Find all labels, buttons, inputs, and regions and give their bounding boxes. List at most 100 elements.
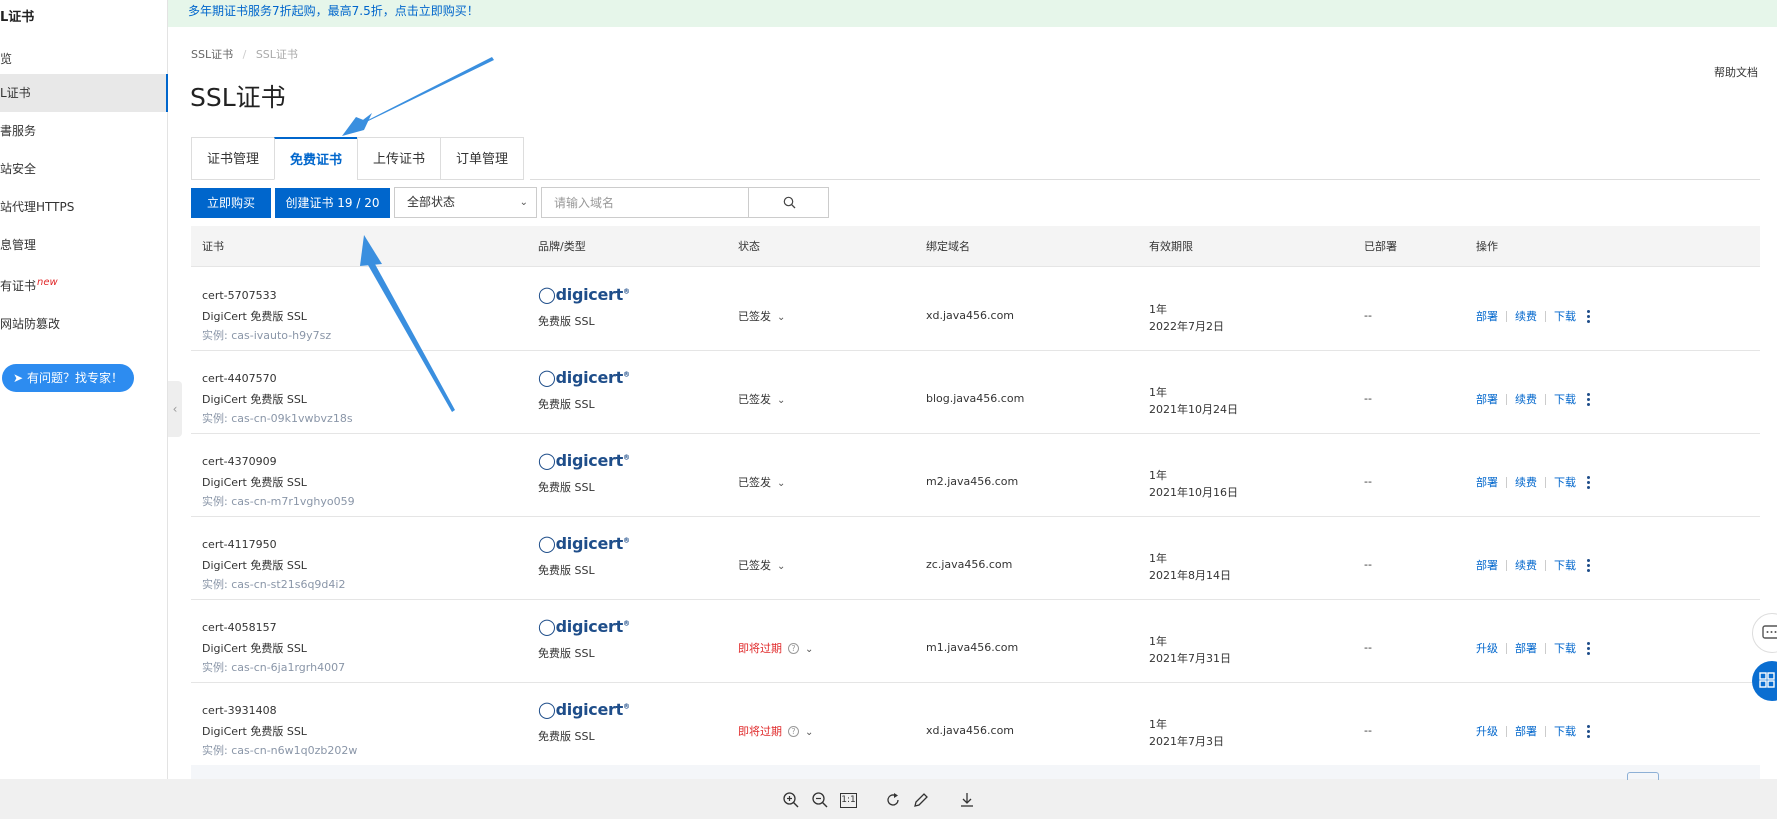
action-link-2[interactable]: 续费 xyxy=(1515,557,1537,573)
action-link-3[interactable]: 下载 xyxy=(1554,391,1576,407)
status-dropdown[interactable]: 已签发 ⌄ xyxy=(738,308,785,324)
apps-float-button[interactable] xyxy=(1752,661,1777,701)
buy-now-button[interactable]: 立即购买 xyxy=(191,188,271,218)
sidebar-item-tamper-protection[interactable]: 网站防篡改 xyxy=(0,305,168,343)
page-scroll-indicator xyxy=(1627,772,1659,780)
action-divider xyxy=(1545,559,1546,571)
more-actions-icon[interactable] xyxy=(1587,558,1591,572)
bound-domain: m2.java456.com xyxy=(926,475,1019,488)
chevron-down-icon: ⌄ xyxy=(805,644,814,655)
more-actions-icon[interactable] xyxy=(1587,392,1591,406)
sidebar-item-site-security[interactable]: 站安全 xyxy=(0,150,168,188)
row-actions: 升级 部署 下载 xyxy=(1476,640,1591,656)
action-link-3[interactable]: 下载 xyxy=(1554,474,1576,490)
sidebar-item-info-management[interactable]: 息管理 xyxy=(0,226,168,264)
row-actions: 升级 部署 下载 xyxy=(1476,723,1591,739)
action-link-2[interactable]: 续费 xyxy=(1515,308,1537,324)
cert-id: cert-5707533 xyxy=(202,289,277,302)
sidebar-item-private-cert[interactable]: 有证书new xyxy=(0,264,168,302)
expiry-date: 2022年7月2日 xyxy=(1149,320,1224,333)
breadcrumb-root[interactable]: SSL证书 xyxy=(191,48,233,61)
search-icon xyxy=(783,196,795,209)
action-link-1[interactable]: 部署 xyxy=(1476,557,1498,573)
more-actions-icon[interactable] xyxy=(1587,475,1591,489)
status-dropdown[interactable]: 已签发 ⌄ xyxy=(738,474,785,490)
status-dropdown[interactable]: 即将过期? ⌄ xyxy=(738,640,813,656)
domain-search-input[interactable] xyxy=(542,188,749,217)
cert-type: 免费版 SSL xyxy=(538,398,595,411)
action-link-1[interactable]: 部署 xyxy=(1476,391,1498,407)
action-link-3[interactable]: 下载 xyxy=(1554,557,1576,573)
table-row: cert-4370909 DigiCert 免费版 SSL 实例: cas-cn-m… xyxy=(191,434,1760,517)
digicert-logo: ◯digicert® xyxy=(538,534,630,553)
digicert-logo: ◯digicert® xyxy=(538,700,630,719)
action-divider xyxy=(1545,310,1546,322)
sidebar-item-services[interactable]: 書服务 xyxy=(0,112,168,150)
expert-help-button[interactable]: ➤ 有问题？找专家！ xyxy=(2,364,134,392)
action-link-1[interactable]: 部署 xyxy=(1476,474,1498,490)
cert-type: 免费版 SSL xyxy=(538,564,595,577)
status-dropdown[interactable]: 已签发 ⌄ xyxy=(738,557,785,573)
tab-cert-management[interactable]: 证书管理 xyxy=(191,137,275,180)
status-dropdown[interactable]: 已签发 ⌄ xyxy=(738,391,785,407)
rotate-icon[interactable] xyxy=(884,791,902,809)
bound-domain: m1.java456.com xyxy=(926,641,1019,654)
chevron-down-icon: ⌄ xyxy=(805,727,814,738)
more-actions-icon[interactable] xyxy=(1587,309,1591,323)
row-actions: 部署 续费 下载 xyxy=(1476,308,1591,324)
expiry-date: 2021年10月16日 xyxy=(1149,486,1238,499)
help-icon[interactable]: ? xyxy=(788,726,799,737)
action-link-3[interactable]: 下载 xyxy=(1554,723,1576,739)
cert-instance: 实例: cas-ivauto-h9y7sz xyxy=(202,329,332,342)
action-link-1[interactable]: 部署 xyxy=(1476,308,1498,324)
more-actions-icon[interactable] xyxy=(1587,724,1591,738)
sidebar-item-overview[interactable]: 览 xyxy=(0,40,168,78)
action-divider xyxy=(1506,559,1507,571)
status-text: 即将过期 xyxy=(738,642,782,655)
edit-icon[interactable] xyxy=(912,791,930,809)
cert-instance: 实例: cas-cn-n6w1q0zb202w xyxy=(202,744,358,757)
chat-float-button[interactable] xyxy=(1752,613,1777,653)
col-brand-type: 品牌/类型 xyxy=(538,240,586,253)
search-button[interactable] xyxy=(750,188,828,217)
help-icon[interactable]: ? xyxy=(788,643,799,654)
sidebar-title: L证书 xyxy=(0,10,35,25)
action-link-3[interactable]: 下载 xyxy=(1554,308,1576,324)
action-link-3[interactable]: 下载 xyxy=(1554,640,1576,656)
action-link-2[interactable]: 续费 xyxy=(1515,391,1537,407)
action-link-2[interactable]: 续费 xyxy=(1515,474,1537,490)
download-icon[interactable] xyxy=(958,791,976,809)
sidebar-item-ssl[interactable]: L证书 xyxy=(0,74,168,112)
chevron-down-icon: ⌄ xyxy=(519,197,528,208)
promo-banner[interactable]: 多年期证书服务7折起购，最高7.5折，点击立即购买！ xyxy=(168,0,1777,27)
create-cert-button[interactable]: 创建证书 19 / 20 xyxy=(275,188,390,218)
tab-free-cert[interactable]: 免费证书 xyxy=(274,137,358,180)
tab-upload-cert[interactable]: 上传证书 xyxy=(357,137,441,180)
page-title: SSL证书 xyxy=(190,83,286,112)
digicert-logo: ◯digicert® xyxy=(538,285,630,304)
tab-bar: 证书管理 免费证书 上传证书 订单管理 xyxy=(191,137,525,180)
action-link-2[interactable]: 部署 xyxy=(1515,640,1537,656)
action-link-1[interactable]: 升级 xyxy=(1476,723,1498,739)
row-actions: 部署 续费 下载 xyxy=(1476,557,1591,573)
help-doc-link[interactable]: 帮助文档 xyxy=(1714,64,1758,80)
chevron-left-icon: ‹ xyxy=(172,402,178,416)
digicert-logo: ◯digicert® xyxy=(538,451,630,470)
status-select[interactable]: 全部状态 ⌄ xyxy=(394,187,537,218)
action-link-2[interactable]: 部署 xyxy=(1515,723,1537,739)
actual-size-icon[interactable]: 1:1 xyxy=(840,793,857,808)
zoom-out-icon[interactable] xyxy=(811,791,829,809)
sidebar-item-proxy-https[interactable]: 站代理HTTPS xyxy=(0,188,168,226)
tab-order-management[interactable]: 订单管理 xyxy=(440,137,525,180)
sidebar-collapse-handle[interactable]: ‹ xyxy=(168,381,182,437)
action-divider xyxy=(1545,393,1546,405)
chevron-down-icon: ⌄ xyxy=(777,478,786,489)
status-dropdown[interactable]: 即将过期? ⌄ xyxy=(738,723,813,739)
status-text: 已签发 xyxy=(738,393,771,406)
digicert-logo: ◯digicert® xyxy=(538,617,630,636)
table-footer xyxy=(191,765,1760,779)
cert-brand: DigiCert 免费版 SSL xyxy=(202,476,307,489)
zoom-in-icon[interactable] xyxy=(782,791,800,809)
action-link-1[interactable]: 升级 xyxy=(1476,640,1498,656)
more-actions-icon[interactable] xyxy=(1587,641,1591,655)
